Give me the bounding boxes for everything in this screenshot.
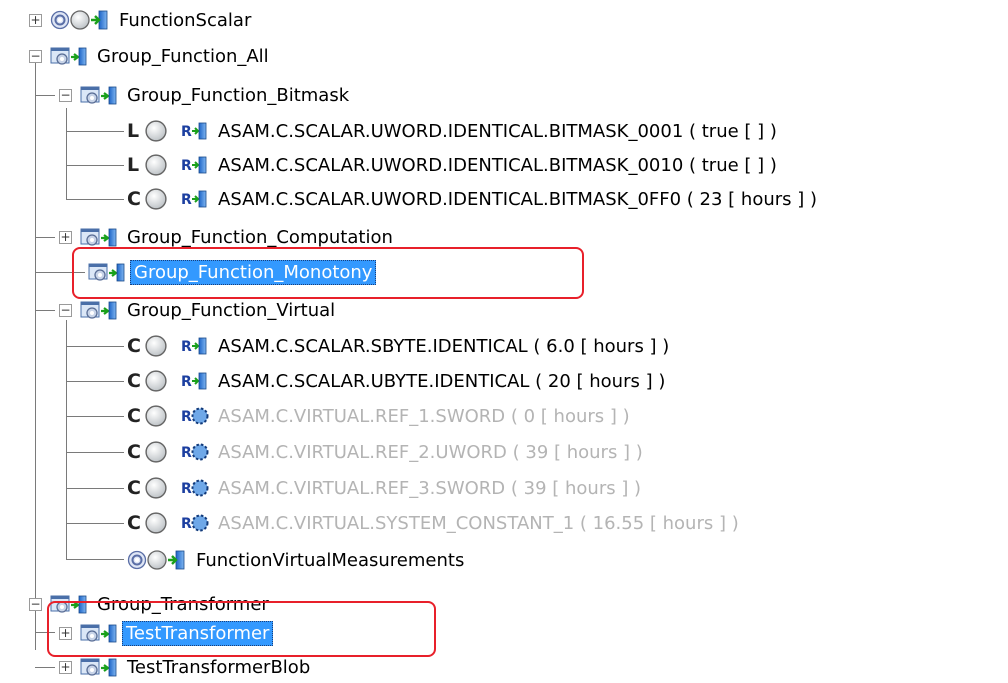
tree-line <box>35 95 55 96</box>
tree-line <box>66 131 124 132</box>
tree-node-label: Group_Function_Virtual <box>127 299 336 321</box>
expand-button[interactable]: + <box>59 230 72 244</box>
tree-node-group-function-all[interactable]: − Group_Function_All <box>29 41 272 71</box>
tree-node-group-function-virtual[interactable]: − Group_Function_Virtual <box>59 295 338 325</box>
virtual-reference-icon <box>181 479 209 498</box>
arrow-panel-icon <box>167 549 186 571</box>
characteristic-C-icon: C <box>127 441 141 463</box>
characteristic-C-icon: C <box>127 188 141 210</box>
tree-line <box>66 108 67 200</box>
tree-node-leaf[interactable]: C ASAM.C.SCALAR.UWORD.IDENTICAL.BITMASK_… <box>127 184 820 214</box>
tree-node-label: Group_Function_Bitmask <box>127 84 350 106</box>
characteristic-C-icon: C <box>127 477 141 499</box>
expand-button[interactable]: + <box>29 13 42 27</box>
group-icon <box>80 227 118 248</box>
ball-icon <box>145 154 167 176</box>
characteristic-L-icon: L <box>127 120 140 142</box>
tree-node-label: ASAM.C.SCALAR.UWORD.IDENTICAL.BITMASK_00… <box>218 154 777 176</box>
ball-icon <box>145 477 167 499</box>
group-icon <box>80 300 118 321</box>
reference-icon <box>181 372 207 391</box>
highlight-box <box>72 247 584 299</box>
tree-node-label: ASAM.C.VIRTUAL.REF_1.SWORD ( 0 [ hours ]… <box>218 405 630 427</box>
group-icon <box>80 657 118 678</box>
tree-node-label: ASAM.C.SCALAR.UWORD.IDENTICAL.BITMASK_00… <box>218 120 777 142</box>
tree-node-label: ASAM.C.VIRTUAL.REF_2.UWORD ( 39 [ hours … <box>218 441 643 463</box>
characteristic-C-icon: C <box>127 335 141 357</box>
arrow-panel-icon <box>90 9 109 31</box>
characteristic-C-icon: C <box>127 405 141 427</box>
tree-node-leaf[interactable]: C ASAM.C.SCALAR.UBYTE.IDENTICAL ( 20 [ h… <box>127 366 668 396</box>
collapse-button[interactable]: − <box>29 597 42 611</box>
tree-node-label: TestTransformerBlob <box>127 656 311 678</box>
reference-icon <box>181 156 207 175</box>
gear-icon <box>127 550 147 570</box>
tree-line <box>66 320 67 560</box>
tree-node-label: ASAM.C.SCALAR.UBYTE.IDENTICAL ( 20 [ hou… <box>218 370 666 392</box>
tree-line <box>66 452 124 453</box>
collapse-button[interactable]: − <box>59 88 72 102</box>
ball-icon <box>145 370 167 392</box>
tree-node-label: ASAM.C.SCALAR.SBYTE.IDENTICAL ( 6.0 [ ho… <box>218 335 670 357</box>
tree-line <box>66 346 124 347</box>
group-icon <box>50 46 88 67</box>
virtual-reference-icon <box>181 514 209 533</box>
highlight-box <box>47 601 436 657</box>
reference-icon <box>181 190 207 209</box>
characteristic-C-icon: C <box>127 512 141 534</box>
ball-icon <box>145 512 167 534</box>
tree-node-label: ASAM.C.VIRTUAL.REF_3.SWORD ( 39 [ hours … <box>218 477 642 499</box>
tree-node-function-scalar[interactable]: + FunctionScalar <box>29 5 254 35</box>
tree-node-label: Group_Function_All <box>97 45 269 67</box>
collapse-button[interactable]: − <box>29 49 42 63</box>
tree-line <box>66 381 124 382</box>
ball-icon <box>147 550 167 570</box>
characteristic-L-icon: L <box>127 154 140 176</box>
ball-icon <box>145 405 167 427</box>
tree-line <box>66 199 124 200</box>
tree-node-label: Group_Function_Computation <box>127 226 393 248</box>
tree-node-label: FunctionVirtualMeasurements <box>196 549 465 571</box>
tree-line <box>35 57 36 650</box>
tree-line <box>66 523 124 524</box>
tree-node-leaf[interactable]: C ASAM.C.VIRTUAL.REF_3.SWORD ( 39 [ hour… <box>127 473 644 503</box>
tree-line <box>35 310 55 311</box>
ball-icon <box>145 188 167 210</box>
tree-node-label: ASAM.C.VIRTUAL.SYSTEM_CONSTANT_1 ( 16.55… <box>218 512 739 534</box>
gear-icon <box>50 10 70 30</box>
characteristic-C-icon: C <box>127 370 141 392</box>
reference-icon <box>181 122 207 141</box>
group-icon <box>80 85 118 106</box>
tree-line <box>66 416 124 417</box>
tree-node-leaf[interactable]: C ASAM.C.VIRTUAL.SYSTEM_CONSTANT_1 ( 16.… <box>127 508 742 538</box>
tree-node-leaf[interactable]: C ASAM.C.VIRTUAL.REF_1.SWORD ( 0 [ hours… <box>127 401 633 431</box>
tree-line <box>66 488 124 489</box>
tree-node-leaf[interactable]: L ASAM.C.SCALAR.UWORD.IDENTICAL.BITMASK_… <box>127 150 780 180</box>
tree-node-leaf[interactable]: C ASAM.C.VIRTUAL.REF_2.UWORD ( 39 [ hour… <box>127 437 646 467</box>
tree-line <box>35 237 55 238</box>
tree-node-leaf[interactable]: L ASAM.C.SCALAR.UWORD.IDENTICAL.BITMASK_… <box>127 116 780 146</box>
virtual-reference-icon <box>181 407 209 426</box>
tree-line <box>35 667 55 668</box>
tree-line <box>66 559 124 560</box>
tree-node-label: ASAM.C.SCALAR.UWORD.IDENTICAL.BITMASK_0F… <box>218 188 818 210</box>
tree-node-label: FunctionScalar <box>119 9 252 31</box>
ball-icon <box>145 441 167 463</box>
tree-node-function-virtual-measurements[interactable]: FunctionVirtualMeasurements <box>127 545 467 575</box>
tree-line <box>66 165 124 166</box>
expand-button[interactable]: + <box>59 660 72 674</box>
tree-node-group-function-bitmask[interactable]: − Group_Function_Bitmask <box>59 80 352 110</box>
collapse-button[interactable]: − <box>59 303 72 317</box>
ball-icon <box>145 120 167 142</box>
tree-node-leaf[interactable]: C ASAM.C.SCALAR.SBYTE.IDENTICAL ( 6.0 [ … <box>127 331 672 361</box>
ball-icon <box>70 10 90 30</box>
virtual-reference-icon <box>181 443 209 462</box>
ball-icon <box>145 335 167 357</box>
reference-icon <box>181 337 207 356</box>
